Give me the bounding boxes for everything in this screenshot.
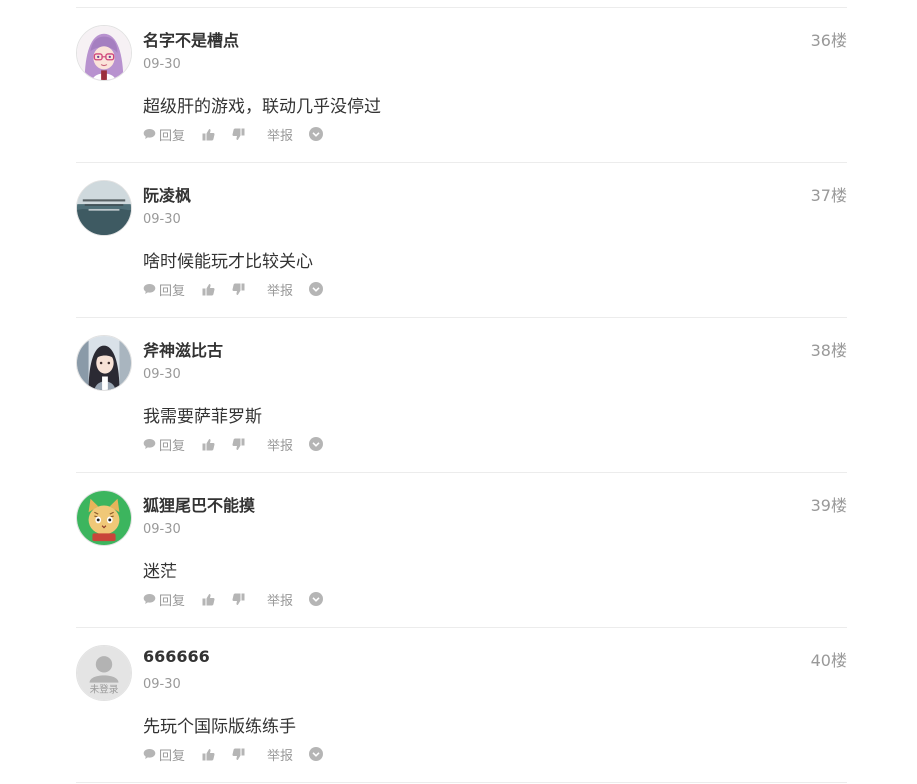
more-button[interactable]: [309, 592, 324, 606]
dislike-button[interactable]: [232, 283, 245, 296]
reply-button[interactable]: 回复: [143, 280, 185, 299]
reply-button[interactable]: 回复: [143, 590, 185, 609]
username[interactable]: 斧神滋比古: [143, 337, 223, 361]
reply-button[interactable]: 回复: [143, 125, 185, 144]
comment-date: 09-30: [143, 57, 181, 72]
more-button[interactable]: [309, 437, 324, 451]
more-button[interactable]: [309, 127, 324, 141]
chevron-down-icon: [309, 127, 324, 141]
chevron-down-icon: [309, 747, 324, 761]
comment-date: 09-30: [143, 522, 181, 537]
dislike-button[interactable]: [232, 593, 245, 606]
like-button[interactable]: [202, 593, 215, 606]
speech-bubble-icon: [143, 438, 156, 450]
thumbs-down-icon: [232, 593, 245, 606]
comment-item: 狐狸尾巴不能摸 09-30 39楼 迷茫 回复 举报: [76, 472, 847, 627]
comment-item: 斧神滋比古 09-30 38楼 我需要萨菲罗斯 回复 举报: [76, 317, 847, 472]
dislike-button[interactable]: [232, 748, 245, 761]
thumbs-down-icon: [232, 128, 245, 141]
report-button[interactable]: 举报: [267, 435, 293, 454]
avatar[interactable]: [76, 335, 132, 391]
username[interactable]: 狐狸尾巴不能摸: [143, 492, 255, 516]
avatar-image: 未登录: [77, 646, 131, 700]
thumbs-down-icon: [232, 438, 245, 451]
comment-content: 先玩个国际版练练手: [143, 717, 296, 737]
avatar[interactable]: 未登录: [76, 645, 132, 701]
report-label: 举报: [267, 593, 294, 609]
floor-number: 40楼: [810, 651, 847, 670]
username[interactable]: 阮凌枫: [143, 182, 191, 206]
dislike-button[interactable]: [232, 438, 245, 451]
floor-number: 37楼: [810, 186, 847, 205]
avatar-image: [77, 26, 131, 80]
avatar-image: [77, 491, 131, 545]
speech-bubble-icon: [143, 128, 156, 140]
avatar[interactable]: [76, 25, 132, 81]
reply-label: 回复: [159, 748, 186, 764]
report-label: 举报: [267, 128, 294, 144]
comment-actions: 回复 举报: [143, 590, 324, 609]
like-button[interactable]: [202, 283, 215, 296]
comment-item: 名字不是槽点 09-30 36楼 超级肝的游戏，联动几乎没停过 回复 举报: [76, 7, 847, 162]
reply-button[interactable]: 回复: [143, 745, 185, 764]
comment-item: 未登录 666666 09-30 40楼 先玩个国际版练练手 回复 举报: [76, 627, 847, 782]
speech-bubble-icon: [143, 748, 156, 760]
comment-date: 09-30: [143, 367, 181, 382]
speech-bubble-icon: [143, 283, 156, 295]
thumbs-up-icon: [202, 128, 215, 141]
comment-list: 名字不是槽点 09-30 36楼 超级肝的游戏，联动几乎没停过 回复 举报 阮凌…: [76, 0, 847, 784]
dislike-button[interactable]: [232, 128, 245, 141]
report-button[interactable]: 举报: [267, 125, 293, 144]
not-logged-in-label: 未登录: [90, 683, 119, 695]
comment-item: 阮凌枫 09-30 37楼 啥时候能玩才比较关心 回复 举报: [76, 162, 847, 317]
reply-label: 回复: [159, 283, 186, 299]
thumbs-up-icon: [202, 438, 215, 451]
more-button[interactable]: [309, 747, 324, 761]
comment-date: 09-30: [143, 677, 181, 692]
chevron-down-icon: [309, 437, 324, 451]
thumbs-up-icon: [202, 748, 215, 761]
thumbs-down-icon: [232, 748, 245, 761]
report-label: 举报: [267, 748, 294, 764]
avatar[interactable]: [76, 180, 132, 236]
avatar-image: [77, 336, 131, 390]
report-label: 举报: [267, 283, 294, 299]
username[interactable]: 名字不是槽点: [143, 27, 239, 51]
username[interactable]: 666666: [143, 647, 210, 666]
report-button[interactable]: 举报: [267, 590, 293, 609]
thumbs-up-icon: [202, 283, 215, 296]
comment-content: 我需要萨菲罗斯: [143, 407, 262, 427]
report-button[interactable]: 举报: [267, 745, 293, 764]
thumbs-up-icon: [202, 593, 215, 606]
comment-actions: 回复 举报: [143, 745, 324, 764]
like-button[interactable]: [202, 438, 215, 451]
chevron-down-icon: [309, 592, 324, 606]
thumbs-down-icon: [232, 283, 245, 296]
report-label: 举报: [267, 438, 294, 454]
speech-bubble-icon: [143, 593, 156, 605]
comment-actions: 回复 举报: [143, 280, 324, 299]
comment-actions: 回复 举报: [143, 435, 324, 454]
floor-number: 36楼: [810, 31, 847, 50]
report-button[interactable]: 举报: [267, 280, 293, 299]
reply-label: 回复: [159, 438, 186, 454]
avatar[interactable]: [76, 490, 132, 546]
like-button[interactable]: [202, 128, 215, 141]
avatar-image: [77, 181, 131, 235]
comment-content: 啥时候能玩才比较关心: [143, 252, 313, 272]
floor-number: 38楼: [810, 341, 847, 360]
chevron-down-icon: [309, 282, 324, 296]
reply-label: 回复: [159, 128, 186, 144]
comment-date: 09-30: [143, 212, 181, 227]
like-button[interactable]: [202, 748, 215, 761]
floor-number: 39楼: [810, 496, 847, 515]
reply-label: 回复: [159, 593, 186, 609]
more-button[interactable]: [309, 282, 324, 296]
comment-content: 迷茫: [143, 562, 177, 582]
reply-button[interactable]: 回复: [143, 435, 185, 454]
comment-actions: 回复 举报: [143, 125, 324, 144]
comment-content: 超级肝的游戏，联动几乎没停过: [143, 97, 381, 117]
